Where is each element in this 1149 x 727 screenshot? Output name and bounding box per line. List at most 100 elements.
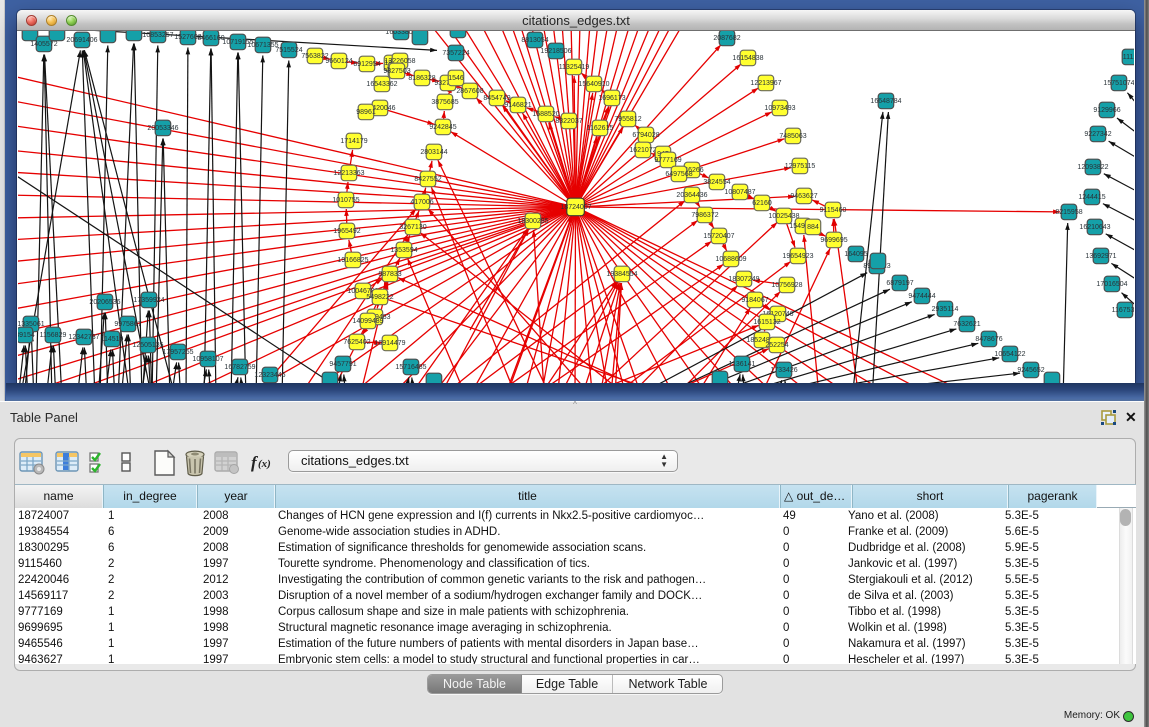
svg-text:9975867: 9975867 — [114, 321, 141, 328]
svg-text:7625402: 7625402 — [343, 339, 370, 346]
svg-text:9777169: 9777169 — [654, 157, 681, 164]
svg-text:12323446: 12323446 — [254, 372, 285, 379]
svg-text:3267130: 3267130 — [399, 224, 426, 231]
svg-text:17957255: 17957255 — [162, 349, 193, 356]
svg-text:9327503: 9327503 — [383, 68, 410, 75]
svg-text:3875685: 3875685 — [431, 99, 458, 106]
svg-text:10654122: 10654122 — [994, 351, 1025, 358]
svg-text:18724007: 18724007 — [560, 204, 591, 211]
svg-text:1714179: 1714179 — [340, 138, 367, 145]
svg-text:8813054: 8813054 — [521, 37, 548, 44]
svg-text:9129966: 9129966 — [1093, 107, 1120, 114]
svg-text:7986372: 7986372 — [691, 212, 718, 219]
svg-text:16543362: 16543362 — [366, 81, 397, 88]
svg-text:39154: 39154 — [18, 332, 35, 339]
svg-text:2803144: 2803144 — [420, 149, 447, 156]
svg-text:1112: 1112 — [1123, 54, 1134, 61]
svg-text:19654923: 19654923 — [782, 253, 813, 260]
svg-text:7485063: 7485063 — [779, 133, 806, 140]
svg-text:2867608: 2867608 — [456, 88, 483, 95]
svg-text:14099489: 14099489 — [352, 318, 383, 325]
svg-text:9245652: 9245652 — [1017, 367, 1044, 374]
svg-text:19218506: 19218506 — [540, 48, 571, 55]
svg-text:12342737: 12342737 — [68, 334, 99, 341]
svg-text:10807487: 10807487 — [724, 189, 755, 196]
svg-text:(x): (x) — [258, 458, 271, 470]
svg-text:9227342: 9227342 — [1084, 131, 1111, 138]
svg-text:1156829: 1156829 — [40, 332, 67, 339]
svg-text:12213967: 12213967 — [750, 80, 781, 87]
svg-text:9660124: 9660124 — [325, 58, 352, 65]
svg-text:8466160: 8466160 — [197, 35, 224, 42]
svg-text:1405572: 1405572 — [30, 41, 57, 48]
svg-text:20364436: 20364436 — [676, 192, 707, 199]
svg-text:1733426: 1733426 — [770, 367, 797, 374]
svg-text:62160: 62160 — [752, 200, 772, 207]
svg-text:10688609: 10688609 — [715, 256, 746, 263]
svg-text:1162615: 1162615 — [587, 125, 614, 132]
svg-text:8427552: 8427552 — [414, 176, 441, 183]
svg-text:8912954: 8912954 — [353, 61, 380, 68]
svg-text:114519: 114519 — [101, 336, 124, 343]
svg-text:7357224: 7357224 — [442, 50, 469, 57]
svg-text:15716485: 15716485 — [395, 364, 426, 371]
svg-text:9699695: 9699695 — [820, 237, 847, 244]
svg-text:20206536: 20206536 — [89, 299, 120, 306]
svg-text:1167533: 1167533 — [1112, 307, 1134, 314]
svg-text:18307249: 18307249 — [728, 276, 759, 283]
svg-text:12213363: 12213363 — [333, 170, 364, 177]
svg-text:10671355: 10671355 — [247, 42, 278, 49]
svg-text:12093822: 12093822 — [1077, 164, 1108, 171]
svg-text:1696173: 1696173 — [598, 95, 625, 102]
svg-text:1353594: 1353594 — [390, 247, 417, 254]
svg-text:164095: 164095 — [844, 251, 867, 258]
svg-text:15720407: 15720407 — [703, 233, 734, 240]
svg-text:18300295: 18300295 — [517, 218, 548, 225]
svg-text:2935114: 2935114 — [932, 306, 959, 313]
svg-text:16154838: 16154838 — [732, 55, 763, 62]
svg-text:5498222: 5498222 — [366, 294, 393, 301]
svg-text:19166825: 19166825 — [337, 257, 368, 264]
svg-text:12505135: 12505135 — [132, 342, 163, 349]
svg-text:1588520: 1588520 — [532, 111, 559, 118]
svg-text:8215958: 8215958 — [1055, 209, 1082, 216]
svg-text:8186328: 8186328 — [408, 75, 435, 82]
svg-text:9457791: 9457791 — [329, 361, 356, 368]
svg-text:10025438: 10025438 — [768, 213, 799, 220]
svg-text:2087682: 2087682 — [713, 35, 740, 42]
svg-text:8478676: 8478676 — [975, 336, 1002, 343]
svg-text:1615132: 1615132 — [753, 319, 780, 326]
svg-text:884: 884 — [807, 224, 819, 231]
svg-text:9242845: 9242845 — [429, 124, 456, 131]
svg-text:19384554: 19384554 — [606, 271, 637, 278]
svg-text:11325419: 11325419 — [559, 64, 590, 71]
svg-text:6794028: 6794028 — [632, 132, 659, 139]
svg-text:16648784: 16648784 — [870, 98, 901, 105]
svg-text:16210643: 16210643 — [1079, 224, 1110, 231]
svg-text:17016504: 17016504 — [1096, 281, 1127, 288]
svg-text:9184067: 9184067 — [741, 297, 768, 304]
svg-text:3824554: 3824554 — [703, 179, 730, 186]
svg-text:15751074: 15751074 — [1103, 80, 1134, 87]
svg-text:12975115: 12975115 — [785, 163, 816, 170]
svg-text:1965492: 1965492 — [333, 228, 360, 235]
svg-text:13692971: 13692971 — [1085, 253, 1116, 260]
svg-text:7632621: 7632621 — [953, 321, 980, 328]
svg-text:1244415: 1244415 — [1078, 194, 1105, 201]
svg-text:7515524: 7515524 — [275, 47, 302, 54]
svg-text:8322037: 8322037 — [555, 118, 582, 125]
svg-text:7955812: 7955812 — [614, 116, 641, 123]
svg-text:887833: 887833 — [378, 271, 401, 278]
svg-text:1621072: 1621072 — [629, 147, 656, 154]
svg-text:252254: 252254 — [765, 342, 788, 349]
svg-text:16782759: 16782759 — [224, 364, 255, 371]
svg-text:15640910: 15640910 — [578, 81, 609, 88]
svg-text:20053346: 20053346 — [147, 125, 178, 132]
svg-text:9463627: 9463627 — [790, 193, 817, 200]
svg-text:417006: 417006 — [410, 199, 433, 206]
svg-text:98961: 98961 — [356, 109, 376, 116]
svg-text:6497568: 6497568 — [665, 171, 692, 178]
svg-text:10973493: 10973493 — [764, 105, 795, 112]
svg-text:1136141: 1136141 — [729, 361, 756, 368]
svg-text:10756928: 10756928 — [771, 282, 802, 289]
